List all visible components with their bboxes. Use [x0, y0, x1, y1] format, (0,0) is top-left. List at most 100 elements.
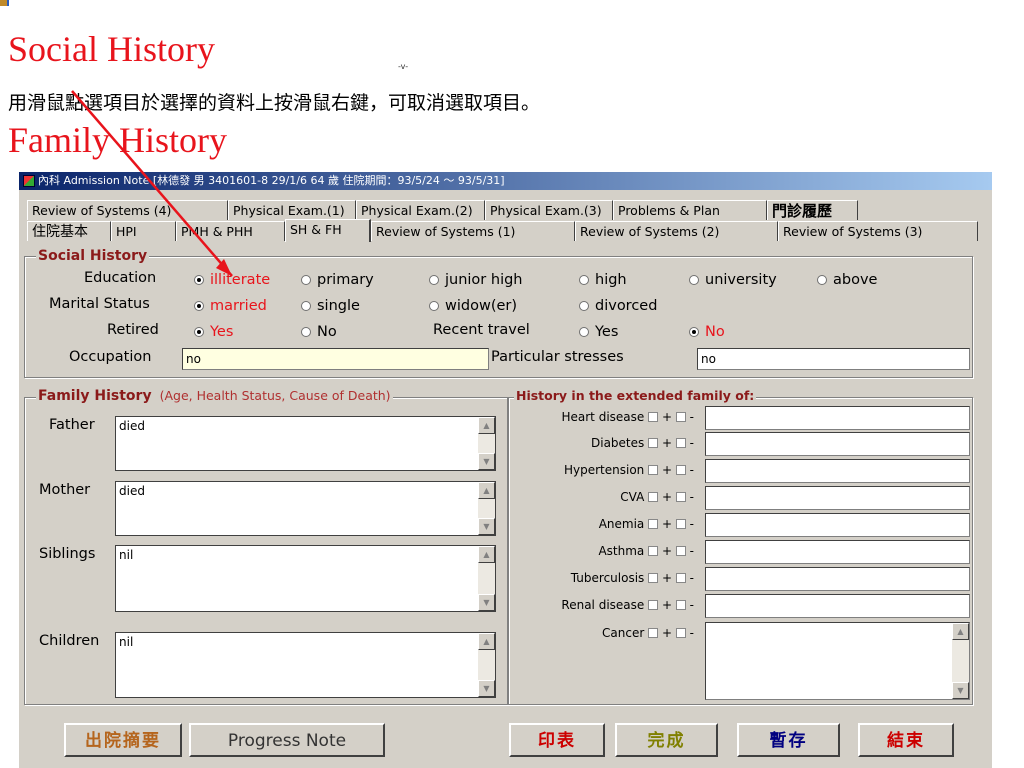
asthma-input[interactable]: [705, 540, 970, 564]
diabetes-negative-checkbox[interactable]: [675, 438, 686, 448]
marital-status-label: Marital Status: [49, 296, 150, 312]
progress-note-button[interactable]: Progress Note: [189, 723, 385, 757]
cancer-label: Cancer: [602, 626, 645, 640]
extended-row-cancer: Cancer + -: [499, 626, 694, 640]
hypertension-label: Hypertension: [563, 463, 645, 477]
tab-sh-fh[interactable]: SH & FH: [285, 219, 371, 242]
plus-sign: +: [661, 463, 672, 477]
marital-widow-radio[interactable]: widow(er): [429, 298, 517, 314]
plus-sign: +: [661, 410, 672, 424]
heart-disease-negative-checkbox[interactable]: [675, 412, 686, 422]
heart-disease-input[interactable]: [705, 406, 970, 430]
education-primary-radio[interactable]: primary: [301, 272, 374, 288]
minus-sign: -: [689, 436, 694, 450]
small-mark: -v-: [398, 62, 409, 71]
travel-no-radio[interactable]: No: [689, 324, 725, 340]
education-high-radio[interactable]: high: [579, 272, 627, 288]
tab-hpi[interactable]: HPI: [111, 221, 176, 241]
diabetes-positive-checkbox[interactable]: [648, 438, 659, 448]
corner-decoration: [0, 0, 9, 6]
marital-single-radio[interactable]: single: [301, 298, 360, 314]
tab-review-of-systems-1[interactable]: Review of Systems (1): [371, 221, 575, 241]
tuberculosis-negative-checkbox[interactable]: [675, 573, 686, 583]
education-illiterate-radio[interactable]: illiterate: [194, 272, 270, 288]
education-university-radio[interactable]: university: [689, 272, 777, 288]
tab-review-of-systems-4[interactable]: Review of Systems (4): [27, 200, 228, 220]
family-history-note: (Age, Health Status, Cause of Death): [159, 388, 391, 403]
complete-button[interactable]: 完成: [615, 723, 718, 757]
family-history-title: Family History: [8, 120, 228, 160]
save-draft-button[interactable]: 暫存: [737, 723, 840, 757]
app-icon: [23, 175, 35, 187]
plus-sign: +: [661, 598, 672, 612]
plus-sign: +: [661, 436, 672, 450]
anemia-positive-checkbox[interactable]: [648, 519, 659, 529]
tab-row-1: Review of Systems (4) Physical Exam.(1) …: [27, 200, 967, 220]
siblings-textarea[interactable]: nil ▲ ▼: [115, 545, 496, 612]
tab-admission-basic[interactable]: 住院基本: [27, 221, 111, 241]
heart-disease-positive-checkbox[interactable]: [648, 412, 659, 422]
extended-row-tuberculosis: Tuberculosis + -: [499, 571, 694, 585]
tab-physical-exam-1[interactable]: Physical Exam.(1): [228, 200, 356, 220]
anemia-input[interactable]: [705, 513, 970, 537]
admission-note-window: 內科 Admission Note [林德發 男 3401601-8 29/1/…: [18, 172, 992, 768]
discharge-summary-button[interactable]: 出院摘要: [64, 723, 182, 757]
diabetes-input[interactable]: [705, 432, 970, 456]
renal-disease-positive-checkbox[interactable]: [648, 600, 659, 610]
hypertension-input[interactable]: [705, 459, 970, 483]
tab-pmh-phh[interactable]: PMH & PHH: [176, 221, 285, 241]
particular-stresses-input[interactable]: no: [697, 348, 970, 370]
siblings-label: Siblings: [39, 546, 96, 562]
tab-problems-plan[interactable]: Problems & Plan: [613, 200, 767, 220]
asthma-label: Asthma: [598, 544, 645, 558]
tab-physical-exam-2[interactable]: Physical Exam.(2): [356, 200, 485, 220]
children-textarea[interactable]: nil ▲ ▼: [115, 632, 496, 698]
mother-label: Mother: [39, 482, 91, 498]
tab-physical-exam-3[interactable]: Physical Exam.(3): [485, 200, 613, 220]
anemia-negative-checkbox[interactable]: [675, 519, 686, 529]
cancer-input[interactable]: ▲ ▼: [705, 622, 970, 700]
extended-row-anemia: Anemia + -: [499, 517, 694, 531]
tab-review-of-systems-3[interactable]: Review of Systems (3): [778, 221, 978, 241]
minus-sign: -: [689, 626, 694, 640]
father-textarea[interactable]: died ▲ ▼: [115, 416, 496, 471]
cva-input[interactable]: [705, 486, 970, 510]
cancer-positive-checkbox[interactable]: [648, 628, 659, 638]
travel-yes-radio[interactable]: Yes: [579, 324, 618, 340]
tab-outpatient-history[interactable]: 門診履歷: [767, 200, 858, 220]
tab-review-of-systems-2[interactable]: Review of Systems (2): [575, 221, 778, 241]
asthma-negative-checkbox[interactable]: [675, 546, 686, 556]
education-junior-high-radio[interactable]: junior high: [429, 272, 523, 288]
renal-disease-input[interactable]: [705, 594, 970, 618]
print-button[interactable]: 印表: [509, 723, 605, 757]
particular-stresses-label: Particular stresses: [491, 349, 624, 365]
tuberculosis-input[interactable]: [705, 567, 970, 591]
extended-row-diabetes: Diabetes + -: [499, 436, 694, 450]
marital-married-radio[interactable]: married: [194, 298, 267, 314]
minus-sign: -: [689, 571, 694, 585]
education-above-radio[interactable]: above: [817, 272, 877, 288]
mother-textarea[interactable]: died ▲ ▼: [115, 481, 496, 536]
plus-sign: +: [661, 517, 672, 531]
extended-row-asthma: Asthma + -: [499, 544, 694, 558]
education-label: Education: [84, 270, 157, 286]
retired-yes-radio[interactable]: Yes: [194, 324, 233, 340]
children-label: Children: [39, 633, 100, 649]
marital-divorced-radio[interactable]: divorced: [579, 298, 657, 314]
asthma-positive-checkbox[interactable]: [648, 546, 659, 556]
social-history-title: Social History: [8, 29, 215, 69]
renal-disease-negative-checkbox[interactable]: [675, 600, 686, 610]
extended-family-legend: History in the extended family of:: [514, 388, 757, 403]
tuberculosis-positive-checkbox[interactable]: [648, 573, 659, 583]
cancer-negative-checkbox[interactable]: [675, 628, 686, 638]
hypertension-positive-checkbox[interactable]: [648, 465, 659, 475]
cva-positive-checkbox[interactable]: [648, 492, 659, 502]
plus-sign: +: [661, 544, 672, 558]
hypertension-negative-checkbox[interactable]: [675, 465, 686, 475]
occupation-input[interactable]: no: [182, 348, 489, 370]
cva-negative-checkbox[interactable]: [675, 492, 686, 502]
plus-sign: +: [661, 490, 672, 504]
end-button[interactable]: 結束: [858, 723, 954, 757]
extended-row-cva: CVA + -: [499, 490, 694, 504]
retired-no-radio[interactable]: No: [301, 324, 337, 340]
